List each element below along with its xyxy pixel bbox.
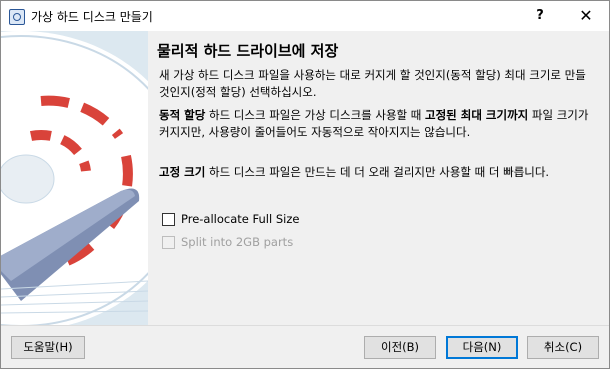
cancel-button[interactable]: 취소(C): [527, 336, 599, 359]
window-title: 가상 하드 디스크 만들기: [31, 10, 153, 24]
dynamic-text-a: 하드 디스크 파일은 가상 디스크를 사용할 때: [205, 108, 426, 122]
next-button[interactable]: 다음(N): [446, 336, 518, 359]
intro-text: 새 가상 하드 디스크 파일을 사용하는 대로 커지게 할 것인지(동적 할당)…: [159, 68, 586, 99]
split-checkbox: Split into 2GB parts: [162, 234, 293, 250]
checkbox-box-disabled: [162, 235, 175, 249]
fixed-text: 하드 디스크 파일은 만드는 데 더 오래 걸리지만 사용할 때 더 빠릅니다.: [205, 165, 550, 179]
help-button[interactable]: ?: [517, 1, 563, 31]
fixed-description: 고정 크기 하드 디스크 파일은 만드는 데 더 오래 걸리지만 사용할 때 더…: [159, 164, 599, 181]
preallocate-checkbox[interactable]: Pre-allocate Full Size: [162, 211, 299, 227]
wizard-window: 가상 하드 디스크 만들기 ? ✕ 물리적 하드 드라이브에 저장 새 가상 하…: [0, 0, 610, 369]
split-label: Split into 2GB parts: [181, 235, 294, 249]
back-button[interactable]: 이전(B): [364, 336, 436, 359]
title-bar: 가상 하드 디스크 만들기 ? ✕: [1, 1, 609, 31]
hard-disk-illustration: [1, 31, 148, 325]
help-dialog-button[interactable]: 도움말(H): [11, 336, 85, 359]
preallocate-label: Pre-allocate Full Size: [181, 212, 300, 226]
page-title: 물리적 하드 드라이브에 저장: [157, 42, 339, 60]
button-bar: 도움말(H) 이전(B) 다음(N) 취소(C): [1, 325, 609, 368]
dynamic-description: 동적 할당 하드 디스크 파일은 가상 디스크를 사용할 때 고정된 최대 크기…: [159, 107, 599, 141]
dynamic-term: 동적 할당: [159, 108, 206, 122]
dynamic-bold-b: 고정된 최대 크기까지: [425, 108, 529, 122]
checkbox-box[interactable]: [162, 212, 175, 226]
disk-app-icon: [9, 9, 25, 25]
wizard-panel: 물리적 하드 드라이브에 저장 새 가상 하드 디스크 파일을 사용하는 대로 …: [148, 31, 609, 325]
close-button[interactable]: ✕: [563, 1, 609, 31]
fixed-term: 고정 크기: [159, 165, 206, 179]
wizard-content: 물리적 하드 드라이브에 저장 새 가상 하드 디스크 파일을 사용하는 대로 …: [1, 31, 609, 325]
hard-disk-icon: [1, 31, 148, 325]
